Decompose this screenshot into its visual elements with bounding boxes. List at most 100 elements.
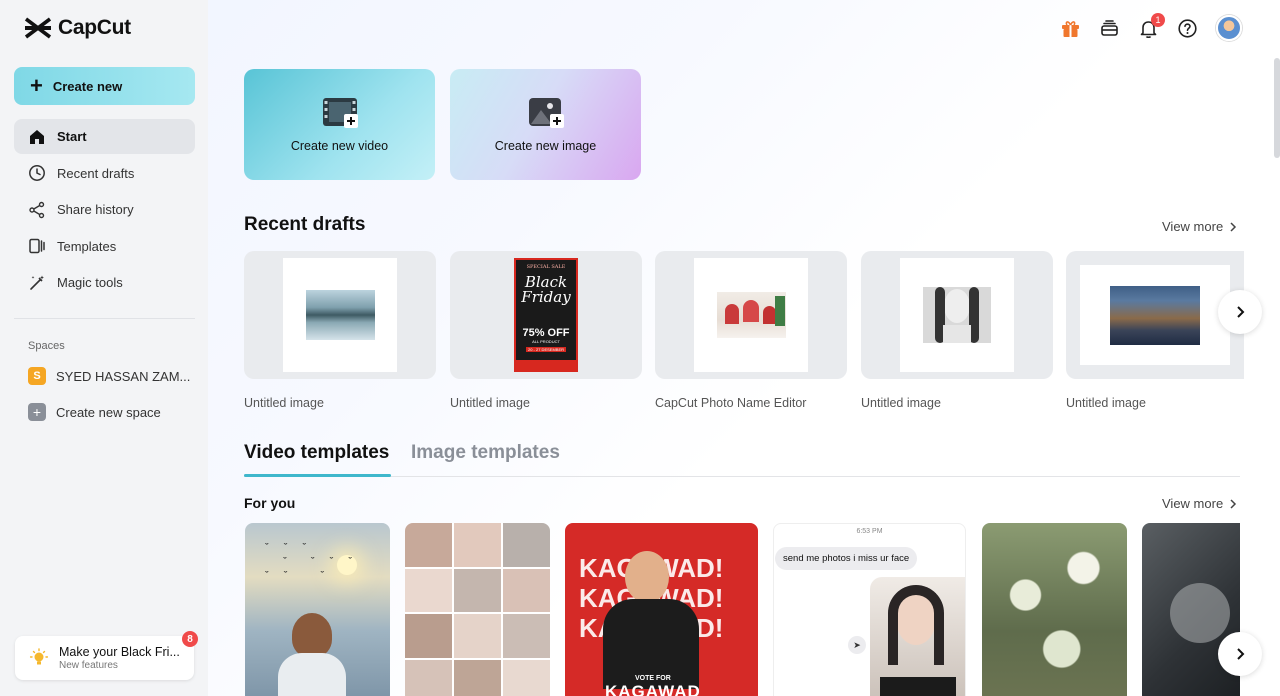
draft-caption: Untitled image xyxy=(861,396,941,410)
draft-card[interactable]: Untitled image xyxy=(244,251,436,410)
view-more-label: View more xyxy=(1162,219,1224,234)
notifications-button[interactable]: 1 xyxy=(1138,12,1165,39)
draft-thumbnail: SPECIAL SALE Black Friday 75% OFF ALL PR… xyxy=(450,251,642,379)
poster-top-text: SPECIAL SALE xyxy=(526,264,566,270)
create-new-button[interactable]: + Create new xyxy=(14,67,195,105)
film-plus-icon xyxy=(322,97,358,128)
template-card[interactable] xyxy=(405,523,550,696)
city-night-photo xyxy=(1110,285,1200,345)
draft-thumbnail xyxy=(244,251,436,379)
capcut-logo-icon xyxy=(24,17,52,39)
template-card[interactable] xyxy=(982,523,1127,696)
draft-canvas xyxy=(1080,265,1230,365)
clock-icon xyxy=(29,165,45,181)
promo-card[interactable]: Make your Black Fri... New features 8 xyxy=(15,631,198,680)
draft-caption: Untitled image xyxy=(244,396,324,410)
create-new-video-label: Create new video xyxy=(290,138,389,153)
lightbulb-icon xyxy=(29,648,49,665)
sidebar-item-recent-drafts[interactable]: Recent drafts xyxy=(14,156,195,191)
sidebar-nav: Start Recent drafts Share history Templa… xyxy=(14,119,195,302)
birds: ˇ ˇ ˇ ˇ ˇ ˇ ˇˇ ˇ ˇ xyxy=(265,542,358,582)
draft-canvas xyxy=(283,258,397,372)
sidebar-item-templates[interactable]: Templates xyxy=(14,229,195,264)
chevron-right-icon xyxy=(1230,498,1237,509)
template-tabs: Video templates Image templates xyxy=(244,440,1240,477)
gift-icon[interactable] xyxy=(1060,18,1081,39)
draft-canvas xyxy=(694,258,808,372)
collage-grid xyxy=(405,523,550,696)
sidebar-item-label: Start xyxy=(57,129,87,144)
send-icon: ➤ xyxy=(848,636,866,654)
candidate-photo xyxy=(625,551,669,603)
draft-caption: Untitled image xyxy=(450,396,530,410)
draft-canvas xyxy=(900,258,1014,372)
user-avatar[interactable] xyxy=(1216,15,1242,41)
draft-caption: CapCut Photo Name Editor xyxy=(655,396,807,410)
tab-video-templates[interactable]: Video templates xyxy=(244,442,389,464)
home-icon xyxy=(30,129,44,144)
draft-caption: Untitled image xyxy=(1066,396,1146,410)
main-content: 1 Create new video Create new image Rece… xyxy=(208,0,1280,696)
image-plus-icon xyxy=(528,97,564,128)
active-tab-indicator xyxy=(244,474,391,477)
draft-card[interactable]: Untitled image xyxy=(861,251,1053,410)
chevron-right-icon xyxy=(1230,221,1237,232)
stack-icon[interactable] xyxy=(1099,18,1120,39)
create-new-image-label: Create new image xyxy=(494,138,597,153)
lake-photo xyxy=(305,290,375,340)
template-card[interactable]: 6:53 PM send me photos i miss ur face ➤ xyxy=(773,523,966,696)
space-label: Create new space xyxy=(56,404,161,420)
recent-drafts-view-more[interactable]: View more xyxy=(1162,219,1237,234)
poster-footer: VOTE FOR KAGAWAD xyxy=(605,675,701,696)
space-item-syed-hassan[interactable]: S SYED HASSAN ZAM... xyxy=(14,359,195,393)
sidebar-item-label: Share history xyxy=(57,202,134,217)
poster-line2: Friday xyxy=(521,288,571,306)
poster-dates: 20 - 27 DESEMBER xyxy=(525,347,566,352)
draft-card[interactable]: SPECIAL SALE Black Friday 75% OFF ALL PR… xyxy=(450,251,642,410)
view-more-label: View more xyxy=(1162,496,1224,511)
template-card[interactable]: KAGAWAD! KAGAWAD! KAGAWAD! VOTE FOR KAGA… xyxy=(565,523,758,696)
chevron-right-icon xyxy=(1237,306,1245,318)
recent-drafts-title: Recent drafts xyxy=(244,214,366,235)
create-new-space-button[interactable]: + Create new space xyxy=(14,395,195,429)
for-you-view-more[interactable]: View more xyxy=(1162,496,1237,511)
create-new-video-card[interactable]: Create new video xyxy=(244,69,435,180)
promo-badge: 8 xyxy=(182,631,198,647)
sidebar-item-label: Templates xyxy=(57,238,117,254)
help-icon[interactable] xyxy=(1177,18,1198,39)
for-you-heading: For you xyxy=(244,495,296,511)
tab-image-templates[interactable]: Image templates xyxy=(411,442,560,464)
templates-icon xyxy=(29,238,45,254)
create-new-image-card[interactable]: Create new image xyxy=(450,69,641,180)
sidebar-item-magic-tools[interactable]: Magic tools xyxy=(14,265,195,300)
recent-drafts-next-button[interactable] xyxy=(1218,290,1262,334)
sidebar: CapCut + Create new Start Recent drafts … xyxy=(0,0,208,696)
sidebar-item-label: Magic tools xyxy=(57,275,123,290)
magic-wand-icon xyxy=(30,275,44,290)
draft-card[interactable]: CapCut Photo Name Editor xyxy=(655,251,847,410)
promo-subtitle: New features xyxy=(59,660,118,671)
spaces-heading: Spaces xyxy=(28,340,65,352)
portrait-photo xyxy=(923,287,991,343)
create-new-label: Create new xyxy=(52,78,123,94)
template-card[interactable]: ˇ ˇ ˇ ˇ ˇ ˇ ˇˇ ˇ ˇ xyxy=(245,523,390,696)
chat-time: 6:53 PM xyxy=(856,528,883,535)
capcut-logo[interactable]: CapCut xyxy=(24,16,131,40)
family-photo xyxy=(716,292,786,338)
sidebar-item-start[interactable]: Start xyxy=(14,119,195,154)
poster-gifts xyxy=(516,360,576,370)
space-label: SYED HASSAN ZAM... xyxy=(56,368,191,384)
sidebar-item-share-history[interactable]: Share history xyxy=(14,192,195,227)
notification-badge: 1 xyxy=(1151,12,1165,27)
share-icon xyxy=(29,201,45,218)
poster-offer: 75% OFF xyxy=(522,327,570,339)
promo-title: Make your Black Fri... xyxy=(59,645,180,659)
plus-icon: + xyxy=(30,73,43,98)
chat-photo xyxy=(870,577,965,696)
sidebar-divider xyxy=(14,318,195,319)
draft-thumbnail xyxy=(861,251,1053,379)
space-avatar: S xyxy=(28,367,46,385)
chat-bubble: send me photos i miss ur face xyxy=(775,547,918,570)
scrollbar-thumb[interactable] xyxy=(1274,58,1280,158)
templates-next-button[interactable] xyxy=(1218,632,1262,676)
